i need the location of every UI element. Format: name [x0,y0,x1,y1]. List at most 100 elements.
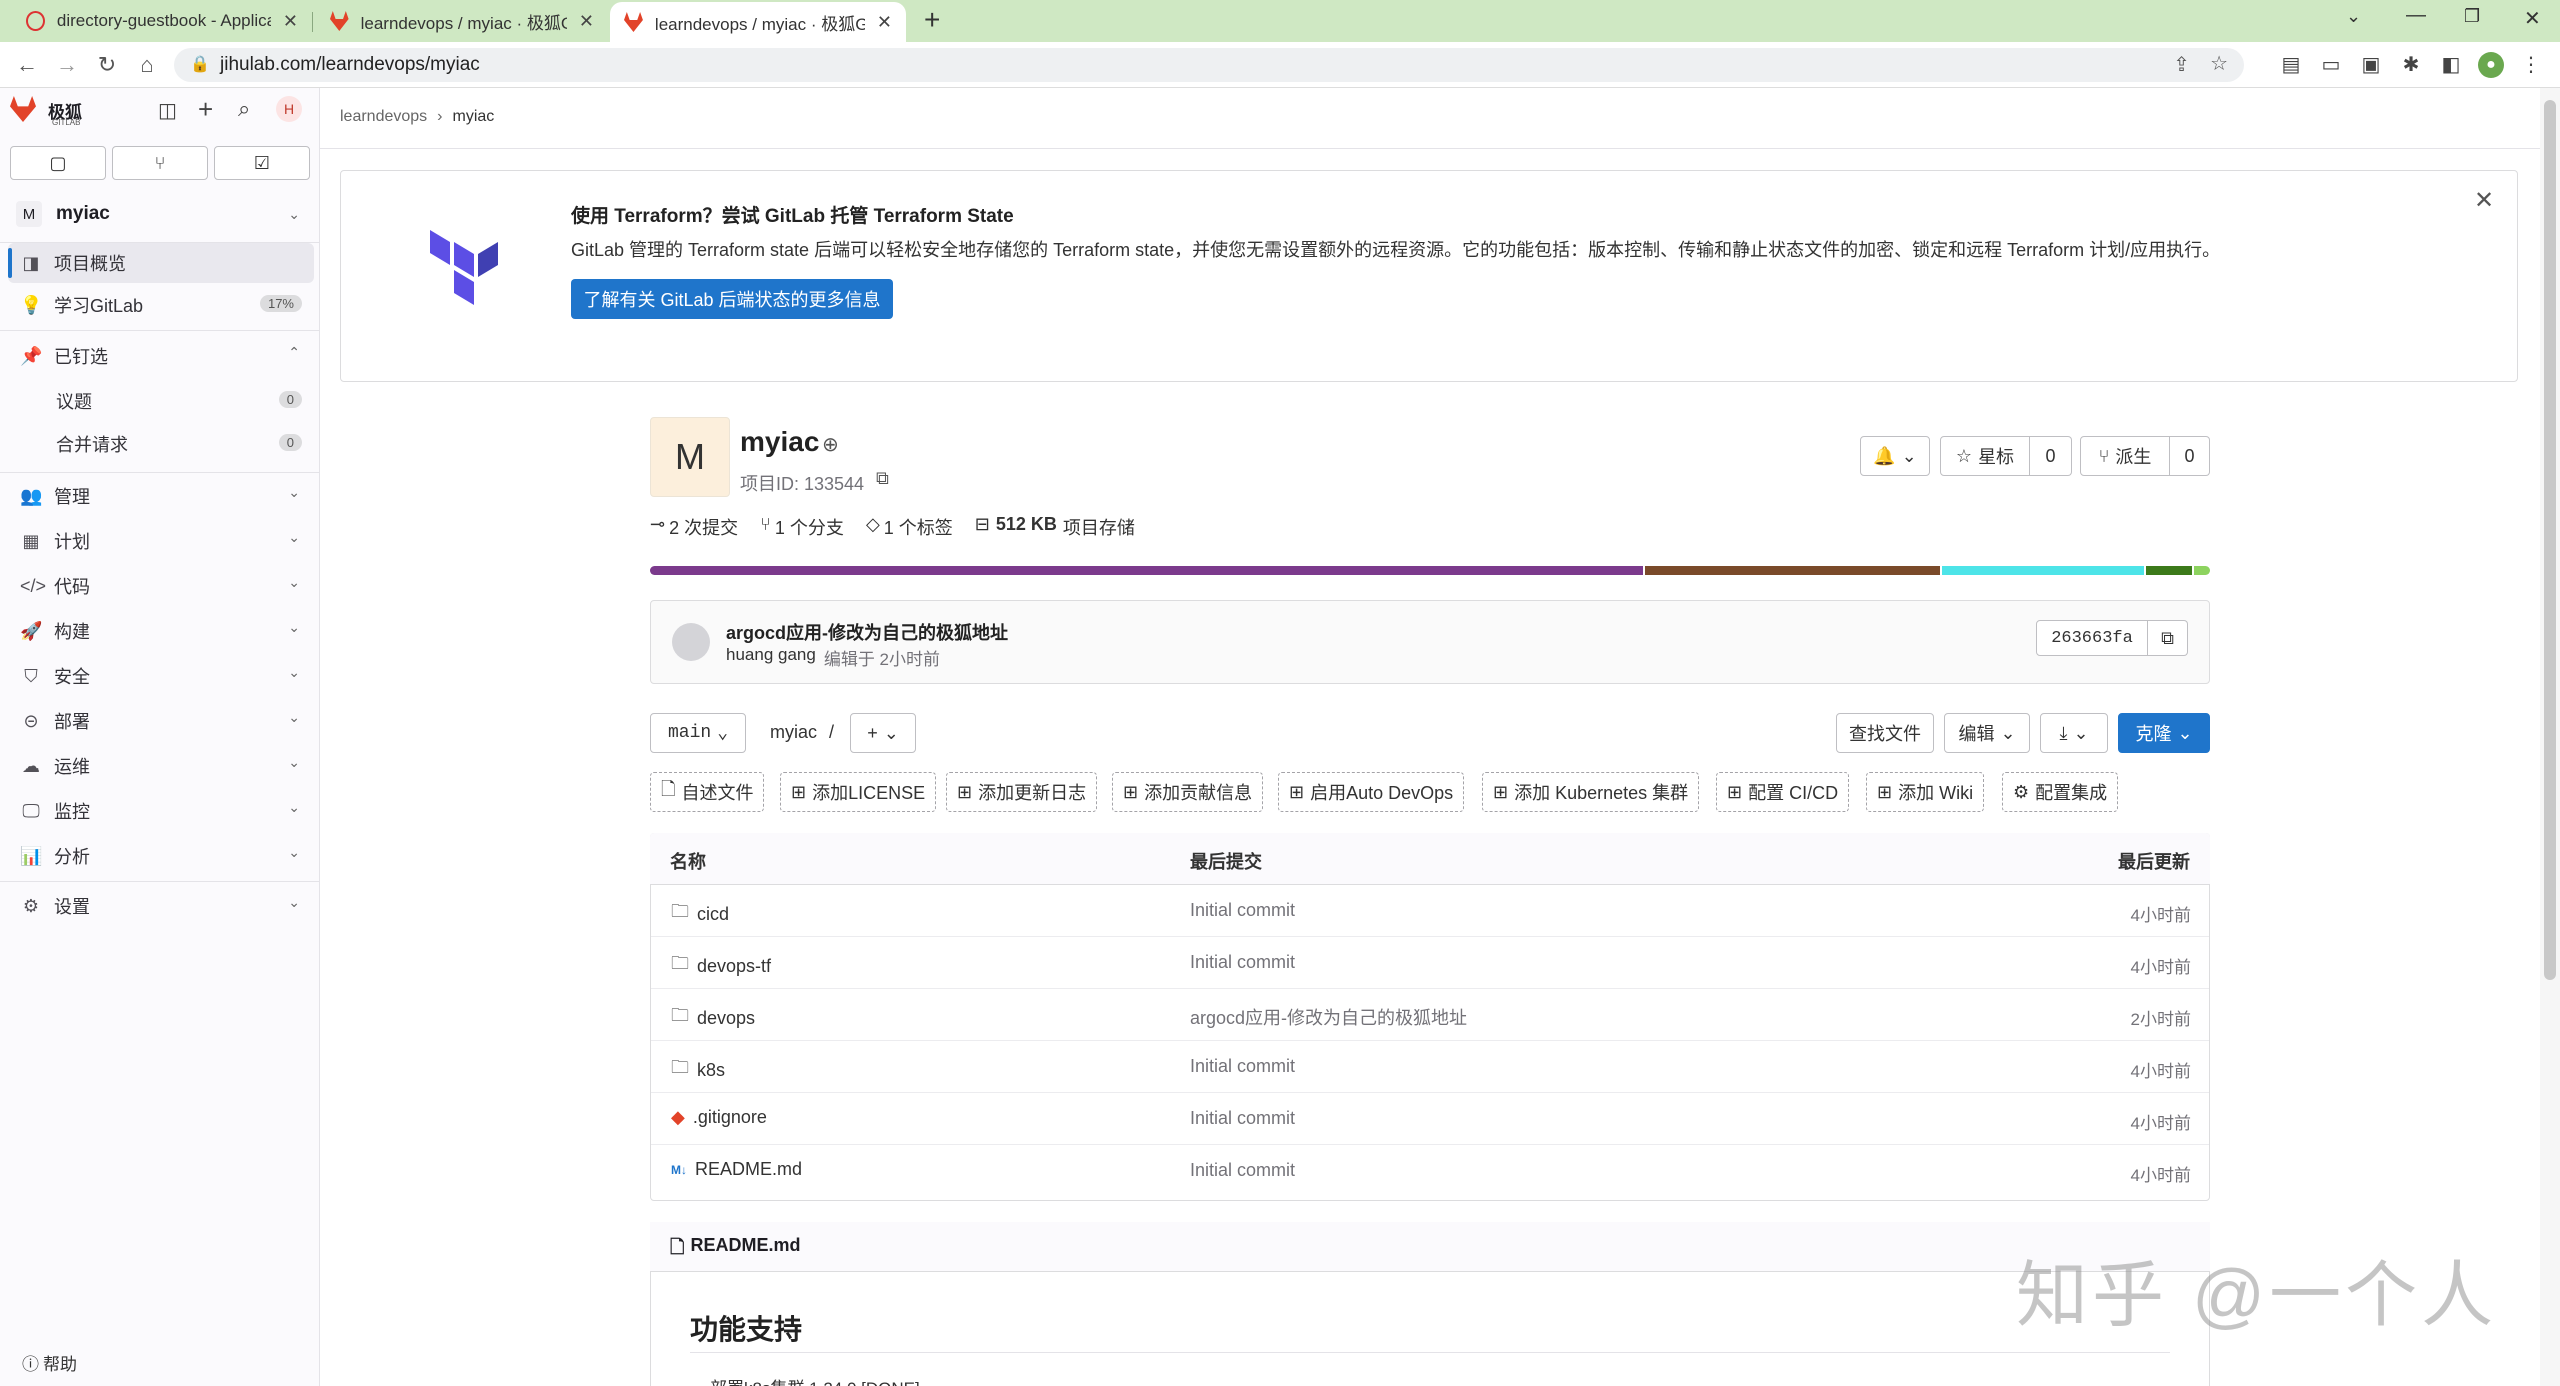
address-bar[interactable]: 🔒 jihulab.com/learndevops/myiac ⇪ ☆ [174,48,2244,82]
suggestion-kubernetes[interactable]: ⊞ 添加 Kubernetes 集群 [1482,772,1700,812]
table-row[interactable]: 🗀 devops-tf Initial commit 4小时前 [651,937,2209,989]
new-tab-icon[interactable]: + [924,4,940,36]
suggestion-integrations[interactable]: ⚙ 配置集成 [2002,772,2119,812]
reload-icon[interactable]: ↻ [92,50,122,80]
suggestion-changelog[interactable]: ⊞ 添加更新日志 [946,772,1098,812]
create-new-icon[interactable]: + [198,94,213,125]
language-segment[interactable] [2194,566,2210,575]
share-icon[interactable]: ⇪ [2173,52,2190,77]
todos-shortcut-button[interactable]: ☑ [214,146,310,180]
copy-sha-button[interactable]: ⧉ [2148,620,2188,656]
issues-shortcut-button[interactable]: ▢ [10,146,106,180]
branches-stat[interactable]: ⑂ 1 个分支 [760,514,844,540]
table-row[interactable]: 🗀 cicd Initial commit 4小时前 [651,885,2209,937]
sidebar-item-learn-gitlab[interactable]: 💡 学习GitLab 17% [8,285,314,325]
sidebar-item-build[interactable]: 🚀 构建 ⌄ [8,611,314,651]
sidebar-item-manage[interactable]: 👥 管理 ⌄ [8,476,314,516]
author-avatar[interactable] [672,623,710,661]
table-row[interactable]: M↓ README.md Initial commit 4小时前 [651,1145,2209,1197]
help-link[interactable]: ⓘ 帮助 [22,1350,77,1375]
table-row[interactable]: ◆ .gitignore Initial commit 4小时前 [651,1093,2209,1145]
star-button[interactable]: ☆ 星标 [1940,436,2030,476]
scrollbar-thumb[interactable] [2544,100,2556,980]
file-last-commit[interactable]: Initial commit [1190,952,1295,973]
table-row[interactable]: 🗀 k8s Initial commit 4小时前 [651,1041,2209,1093]
commit-sha[interactable]: 263663fa [2036,620,2148,656]
file-name[interactable]: 🗀 devops [671,1003,755,1033]
suggestion-ci-cd[interactable]: ⊞ 配置 CI/CD [1716,772,1850,812]
suggestion-readme[interactable]: 🗋 自述文件 [650,772,765,812]
sidebar-item-operate[interactable]: ☁ 运维 ⌄ [8,746,314,786]
menu-kebab-icon[interactable]: ⋮ [2518,52,2544,78]
breadcrumb-group[interactable]: learndevops [340,108,427,126]
puzzle-icon[interactable]: ✱ [2398,52,2424,78]
sidebar-item-pinned[interactable]: 📌 已钉选 ⌃ [8,336,314,376]
sidebar-item-settings[interactable]: ⚙ 设置 ⌄ [8,886,314,926]
browser-tab[interactable]: learndevops / myiac · 极狐GitL ✕ [316,0,608,42]
bookmark-star-icon[interactable]: ☆ [2210,51,2228,76]
download-button[interactable]: ⤓ ⌄ [2040,713,2108,753]
close-tab-icon[interactable]: ✕ [877,12,892,33]
file-name[interactable]: 🗀 cicd [671,899,729,929]
learn-more-button[interactable]: 了解有关 GitLab 后端状态的更多信息 [571,279,893,319]
storage-stat[interactable]: ⊟ 512 KB 项目存储 [975,514,1135,540]
commits-stat[interactable]: ⊸ 2 次提交 [650,514,738,540]
back-icon[interactable]: ← [12,50,42,80]
close-tab-icon[interactable]: ✕ [283,11,298,32]
sidebar-item-code[interactable]: </> 代码 ⌄ [8,566,314,606]
fork-count[interactable]: 0 [2170,436,2210,476]
readme-filename[interactable]: 🗋 README.md [670,1235,801,1265]
home-icon[interactable]: ⌂ [132,50,162,80]
suggestion-auto-devops[interactable]: ⊞ 启用Auto DevOps [1278,772,1465,812]
sidebar-item-deploy[interactable]: ⊝ 部署 ⌄ [8,701,314,741]
browser-tab-active[interactable]: learndevops / myiac · 极狐Git ✕ [610,2,906,42]
repo-path-root[interactable]: myiac [770,722,817,743]
sidebar-item-plan[interactable]: ▦ 计划 ⌄ [8,521,314,561]
clone-button[interactable]: 克隆 ⌄ [2118,713,2210,753]
user-avatar[interactable]: H [276,96,302,122]
commit-author[interactable]: huang gang [726,645,816,670]
suggestion-contributing[interactable]: ⊞ 添加贡献信息 [1112,772,1264,812]
search-icon[interactable]: ⌕ [238,96,250,122]
breadcrumb-project[interactable]: myiac [453,108,495,126]
collapse-sidebar-icon[interactable]: ◫ [158,98,177,123]
branch-selector[interactable]: main ⌄ [650,713,746,753]
copy-icon[interactable]: ⧉ [876,468,889,489]
minimize-icon[interactable]: — [2406,4,2426,27]
file-name[interactable]: M↓ README.md [671,1159,802,1180]
close-window-icon[interactable]: ✕ [2524,6,2541,31]
merge-requests-shortcut-button[interactable]: ⑂ [112,146,208,180]
sidebar-item-issues[interactable]: 议题 0 [8,381,314,421]
forward-icon[interactable]: → [52,50,82,80]
file-name[interactable]: 🗀 k8s [671,1055,725,1085]
commit-title[interactable]: argocd应用-修改为自己的极狐地址 [726,619,1008,645]
star-count[interactable]: 0 [2030,436,2072,476]
sidebar-item-analyze[interactable]: 📊 分析 ⌄ [8,836,314,876]
language-segment[interactable] [1645,566,1941,575]
tags-stat[interactable]: ◇ 1 个标签 [866,514,953,540]
close-tab-icon[interactable]: ✕ [579,11,594,32]
gitlab-logo-icon[interactable] [10,96,36,122]
language-segment[interactable] [1942,566,2144,575]
sidebar-item-merge-requests[interactable]: 合并请求 0 [8,424,314,464]
restore-icon[interactable]: ❐ [2464,6,2480,27]
add-to-tree-button[interactable]: + ⌄ [850,713,916,753]
profile-avatar-icon[interactable]: ● [2478,52,2504,78]
edit-dropdown-button[interactable]: 编辑 ⌄ [1944,713,2030,753]
browser-tab[interactable]: directory-guestbook - Applica ✕ [12,0,312,42]
suggestion-wiki[interactable]: ⊞ 添加 Wiki [1866,772,1985,812]
file-last-commit[interactable]: Initial commit [1190,900,1295,921]
file-name[interactable]: ◆ .gitignore [671,1107,767,1128]
file-last-commit[interactable]: Initial commit [1190,1056,1295,1077]
tab-search-icon[interactable]: ⌄ [2346,6,2361,27]
reading-list-icon[interactable]: ▤ [2278,52,2304,78]
language-segment[interactable] [650,566,1644,575]
sidebar-item-project-overview[interactable]: ◨ 项目概览 [8,243,314,283]
file-last-commit[interactable]: argocd应用-修改为自己的极狐地址 [1190,1004,1467,1030]
sidebar-item-secure[interactable]: ⛉ 安全 ⌄ [8,656,314,696]
file-last-commit[interactable]: Initial commit [1190,1108,1295,1129]
suggestion-license[interactable]: ⊞ 添加LICENSE [780,772,937,812]
find-file-button[interactable]: 查找文件 [1836,713,1934,753]
fork-button[interactable]: ⑂ 派生 [2080,436,2170,476]
sidebar-toggle-icon[interactable]: ◧ [2438,52,2464,78]
